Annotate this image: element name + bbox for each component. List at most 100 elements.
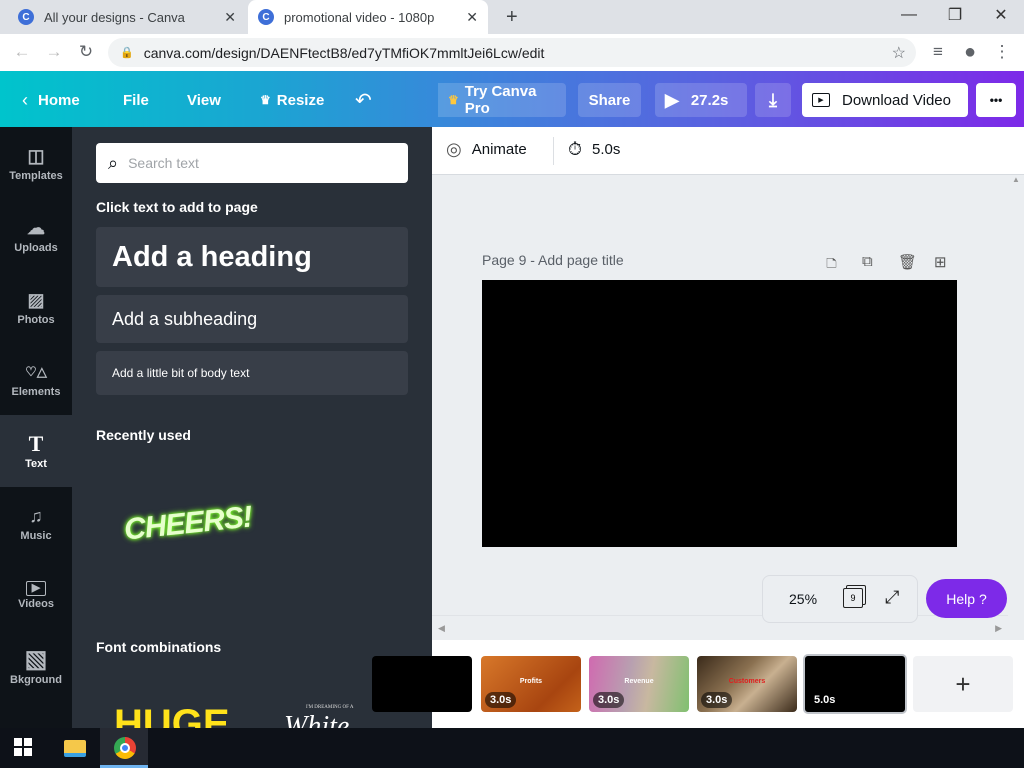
chrome-taskbar-button[interactable] — [100, 728, 148, 768]
horizontal-scrollbar[interactable]: ◀ ▶ — [432, 615, 1008, 640]
sidebar-item-uploads[interactable]: ☁ Uploads — [0, 199, 72, 271]
timeline-thumb[interactable]: Profits 3.0s — [481, 656, 581, 712]
search-input[interactable] — [128, 155, 379, 171]
crown-icon: ♛ — [260, 93, 271, 107]
search-icon: ⌕ — [108, 152, 119, 173]
canva-favicon-icon: C — [18, 9, 34, 25]
thumb-duration: 3.0s — [593, 692, 625, 708]
download-icon[interactable]: ⤓ — [755, 83, 791, 117]
back-icon[interactable]: ← — [10, 40, 34, 64]
recent-text-cheers[interactable]: CHEERS! — [123, 500, 254, 547]
browser-tab-designs[interactable]: C All your designs - Canva ✕ — [8, 0, 246, 34]
forward-icon[interactable]: → — [42, 40, 66, 64]
editor-toolbar: ◎ Animate ⏱ 5.0s — [432, 127, 1024, 175]
add-text-section-title: Click text to add to page — [96, 199, 258, 215]
duration-button[interactable]: ⏱ 5.0s — [568, 139, 620, 160]
sidebar-item-label: Photos — [17, 314, 55, 326]
design-page-canvas[interactable] — [482, 280, 957, 547]
more-options-button[interactable]: ••• — [976, 83, 1016, 117]
add-page-icon[interactable]: ⊞ — [934, 253, 947, 271]
profile-avatar-icon[interactable]: ● — [958, 40, 982, 64]
url-text: canva.com/design/DAENFtectB8/ed7yTMfiOK7… — [143, 44, 545, 61]
font-combo-white-script[interactable]: White — [284, 711, 349, 728]
chrome-icon-center — [120, 743, 130, 753]
page-grid-icon[interactable]: 9 — [843, 588, 863, 608]
browser-tab-promotional-video[interactable]: C promotional video - 1080p ✕ — [248, 0, 488, 34]
file-explorer-icon[interactable] — [64, 740, 86, 757]
sidebar-item-background[interactable]: ▧ Bkground — [0, 631, 72, 703]
minimize-button[interactable]: — — [886, 0, 932, 30]
search-text-field[interactable]: ⌕ — [96, 143, 408, 183]
home-button[interactable]: ‹ Home — [12, 83, 90, 117]
download-video-button[interactable]: ▶ Download Video — [802, 83, 968, 117]
share-button[interactable]: Share — [578, 83, 641, 117]
add-body-text-button[interactable]: Add a little bit of body text — [96, 351, 408, 395]
text-panel: ⌕ Click text to add to page Add a headin… — [72, 127, 432, 728]
vertical-scrollbar[interactable]: ▲ — [1008, 175, 1024, 615]
editor-header: ‹ Home File View ♛ Resize ↶ ♛ Try Canva … — [0, 71, 1024, 127]
close-tab-icon[interactable]: ✕ — [466, 9, 478, 26]
add-subheading-button[interactable]: Add a subheading — [96, 295, 408, 343]
sidebar-item-templates[interactable]: ◫ Templates — [0, 127, 72, 199]
sidebar-item-text[interactable]: T Text — [0, 415, 72, 487]
sidebar-item-label: Music — [20, 530, 52, 542]
timeline-thumb-selected[interactable]: 5.0s — [803, 654, 907, 714]
reload-icon[interactable]: ↻ — [74, 40, 98, 64]
sidebar-item-videos[interactable]: ▶ Videos — [0, 559, 72, 631]
media-control-icon[interactable]: ≡ — [926, 40, 950, 64]
duration-label: 5.0s — [592, 141, 621, 158]
page-title[interactable]: Page 9 - Add page title — [482, 252, 624, 268]
add-page-button[interactable]: + — [913, 656, 1013, 712]
close-window-button[interactable]: ✕ — [978, 0, 1024, 30]
animate-icon: ◎ — [446, 139, 462, 159]
address-bar[interactable]: 🔒 canva.com/design/DAENFtectB8/ed7yTMfiO… — [108, 38, 916, 67]
try-pro-label: Try Canva Pro — [464, 83, 537, 117]
sidebar-item-label: Elements — [11, 386, 61, 398]
download-video-label: Download Video — [842, 91, 951, 109]
help-button[interactable]: Help ? — [926, 579, 1007, 618]
background-icon: ▧ — [24, 646, 48, 673]
file-menu[interactable]: File — [113, 83, 159, 117]
sidebar-item-label: Uploads — [14, 242, 58, 254]
thumb-duration: 3.0s — [701, 692, 733, 708]
sidebar-item-photos[interactable]: ▨ Photos — [0, 271, 72, 343]
canva-favicon-icon: C — [258, 9, 274, 25]
undo-icon[interactable]: ↶ — [345, 83, 382, 117]
sidebar-item-music[interactable]: ♫ Music — [0, 487, 72, 559]
view-menu[interactable]: View — [177, 83, 231, 117]
thumb-duration: 5.0s — [809, 692, 841, 708]
browser-toolbar: ← → ↻ 🔒 canva.com/design/DAENFtectB8/ed7… — [0, 34, 1024, 71]
music-icon: ♫ — [29, 506, 43, 526]
chevron-left-icon: ‹ — [22, 89, 28, 110]
new-tab-button[interactable]: + — [496, 0, 528, 34]
close-tab-icon[interactable]: ✕ — [224, 9, 236, 26]
try-canva-pro-button[interactable]: ♛ Try Canva Pro — [438, 83, 566, 117]
sidebar-item-label: Templates — [9, 170, 63, 182]
page-timeline: Profits 3.0s Revenue 3.0s Customers 3.0s… — [372, 640, 1024, 728]
play-button[interactable]: ▶ 27.2s — [655, 83, 747, 117]
elements-icon: ♡△ — [25, 364, 47, 379]
page-notes-icon[interactable]: 🗅 — [826, 253, 837, 278]
zoom-level[interactable]: 25% — [789, 591, 817, 607]
timeline-thumb[interactable]: Revenue 3.0s — [589, 656, 689, 712]
maximize-button[interactable]: ❐ — [932, 0, 978, 30]
lock-icon: 🔒 — [120, 47, 134, 59]
animate-button[interactable]: ◎ Animate — [446, 139, 527, 160]
timeline-thumb[interactable] — [372, 656, 472, 712]
delete-page-icon[interactable]: 🗑 — [898, 253, 917, 271]
sidebar-item-elements[interactable]: ♡△ Elements — [0, 343, 72, 415]
browser-menu-icon[interactable]: ⋮ — [990, 40, 1014, 64]
duplicate-page-icon[interactable]: ⧉ — [862, 253, 873, 270]
thumb-label: Profits — [519, 678, 543, 685]
font-combo-huge[interactable]: HUGE — [114, 701, 230, 728]
resize-button[interactable]: ♛ Resize — [250, 83, 334, 117]
fullscreen-icon[interactable]: ⤢ — [885, 587, 899, 608]
windows-start-icon[interactable] — [14, 738, 32, 756]
add-heading-button[interactable]: Add a heading — [96, 227, 408, 287]
bookmark-star-icon[interactable]: ☆ — [892, 43, 906, 63]
timer-icon: ⏱ — [568, 139, 583, 159]
timeline-thumb[interactable]: Customers 3.0s — [697, 656, 797, 712]
animate-label: Animate — [471, 141, 527, 158]
play-duration: 27.2s — [690, 91, 729, 109]
font-combo-dreaming-small[interactable]: I'M DREAMING OF A — [306, 705, 353, 710]
